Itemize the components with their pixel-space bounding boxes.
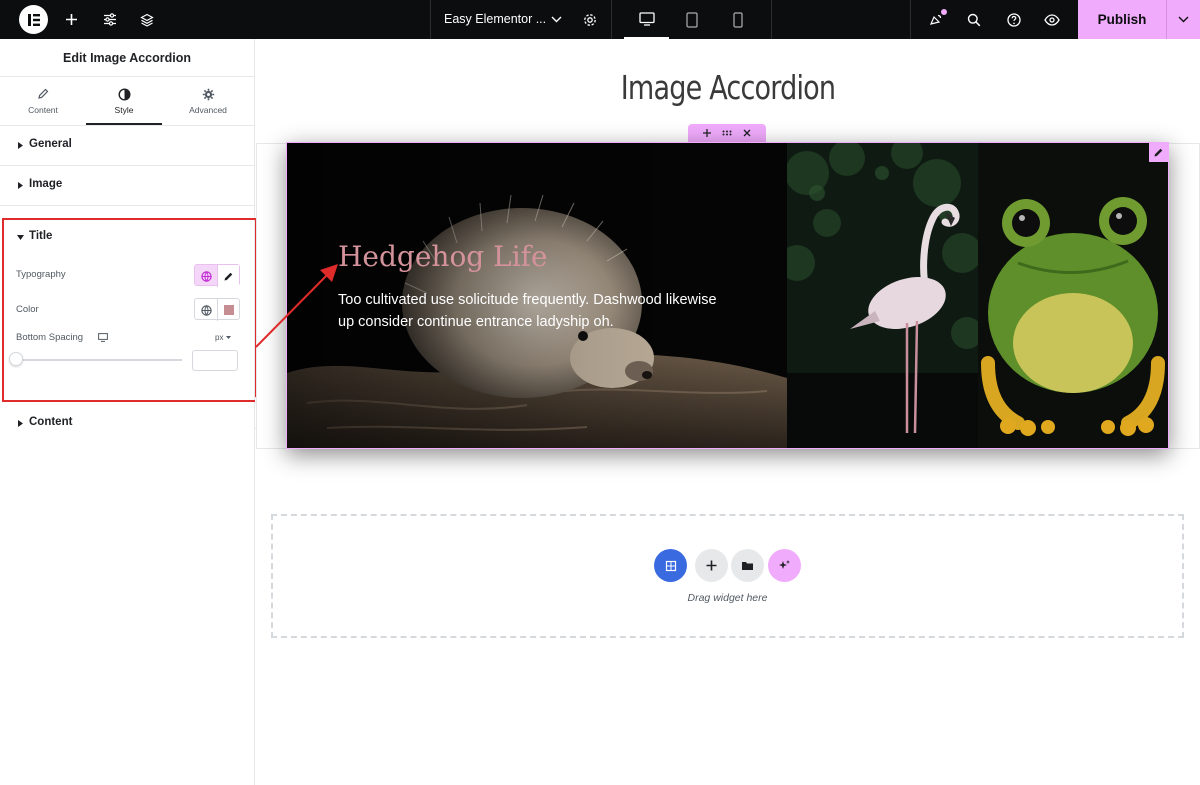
preview-eye-icon[interactable] <box>1041 0 1063 39</box>
frog-image <box>978 143 1168 448</box>
pencil-icon <box>36 87 50 101</box>
half-circle-icon <box>117 87 131 101</box>
section-image-label: Image <box>29 178 63 190</box>
annotation-arrow <box>255 264 338 348</box>
flamingo-image <box>787 143 978 448</box>
document-title[interactable]: Easy Elementor ... <box>444 0 546 39</box>
tab-style[interactable]: Style <box>86 77 162 125</box>
gear-icon <box>201 87 215 101</box>
notification-dot <box>941 9 947 15</box>
section-general-label: General <box>29 138 72 150</box>
template-library-button[interactable] <box>731 549 764 582</box>
section-general[interactable]: General <box>0 126 254 166</box>
publish-options-chevron-icon[interactable] <box>1166 0 1200 39</box>
section-image[interactable]: Image <box>0 166 254 206</box>
section-content-label: Content <box>29 416 73 428</box>
notifications-icon[interactable] <box>925 0 947 39</box>
drag-handle-icon[interactable] <box>722 127 732 139</box>
image-accordion-widget[interactable]: Hedgehog Life Too cultivated use solicit… <box>286 142 1169 449</box>
tab-content-label: Content <box>28 105 58 115</box>
container-handle <box>688 124 766 142</box>
page-heading[interactable]: Image Accordion <box>341 68 1115 107</box>
accordion-item-description: Too cultivated use solicitude frequently… <box>338 292 717 330</box>
add-element-icon[interactable] <box>60 0 82 39</box>
add-section-button[interactable] <box>695 549 728 582</box>
add-container-button[interactable] <box>654 549 687 582</box>
search-icon[interactable] <box>963 0 985 39</box>
publish-button[interactable]: Publish <box>1078 0 1166 39</box>
help-icon[interactable] <box>1003 0 1025 39</box>
top-bar: Easy Elementor ... Publish <box>0 0 1200 39</box>
drop-zone[interactable] <box>271 514 1184 638</box>
tablet-icon[interactable] <box>680 0 704 39</box>
elementor-logo-icon[interactable] <box>19 5 48 34</box>
tab-advanced[interactable]: Advanced <box>170 77 246 125</box>
tab-advanced-label: Advanced <box>189 105 227 115</box>
add-container-icon[interactable] <box>702 127 712 139</box>
site-settings-icon[interactable] <box>99 0 121 39</box>
caret-right-icon <box>18 420 23 427</box>
edit-widget-pencil-icon[interactable] <box>1149 143 1168 162</box>
accordion-item-title[interactable]: Hedgehog Life <box>338 240 548 273</box>
accordion-panel-hedgehog[interactable]: Hedgehog Life Too cultivated use solicit… <box>287 143 787 448</box>
structure-layers-icon[interactable] <box>136 0 158 39</box>
accordion-panel-flamingo[interactable] <box>787 143 978 448</box>
highlight-box <box>2 218 257 402</box>
desktop-icon[interactable] <box>624 0 669 39</box>
mobile-icon[interactable] <box>727 0 749 39</box>
plus-icon <box>706 560 717 571</box>
caret-right-icon <box>18 182 23 189</box>
page-settings-icon[interactable] <box>579 0 601 39</box>
ai-builder-button[interactable] <box>768 549 801 582</box>
sparkle-icon <box>779 560 790 569</box>
panel-tabs: Content Style Advanced <box>0 77 254 126</box>
delete-container-icon[interactable] <box>742 127 752 139</box>
section-content[interactable]: Content <box>0 404 255 444</box>
chevron-down-icon[interactable] <box>546 0 566 39</box>
tab-style-label: Style <box>114 105 134 115</box>
panel-title: Edit Image Accordion <box>0 39 254 77</box>
caret-right-icon <box>18 142 23 149</box>
drop-zone-text: Drag widget here <box>687 592 768 604</box>
grid-icon <box>665 560 676 571</box>
tab-content[interactable]: Content <box>5 77 81 125</box>
folder-icon <box>742 562 753 570</box>
accordion-panel-frog[interactable] <box>978 143 1168 448</box>
